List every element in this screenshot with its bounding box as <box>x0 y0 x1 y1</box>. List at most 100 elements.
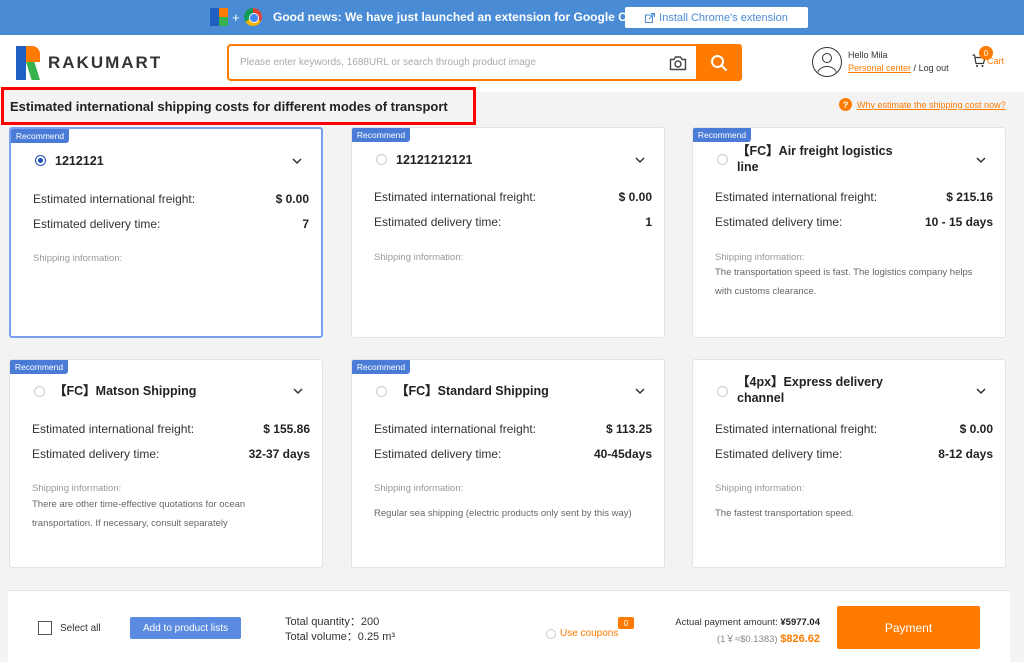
delivery-value: 1 <box>645 215 652 229</box>
use-coupons-control[interactable]: Use coupons <box>546 628 618 639</box>
checkout-bar: Select all Add to product lists Total qu… <box>8 590 1010 662</box>
delivery-value: 7 <box>302 217 309 231</box>
recommend-badge: Recommend <box>10 360 68 374</box>
shipping-option-card[interactable]: Recommend 【FC】Matson Shipping Estimated … <box>9 359 323 568</box>
freight-row: Estimated international freight: $ 0.00 <box>374 190 652 204</box>
shipping-option-card[interactable]: Recommend 【FC】Air freight logistics line… <box>692 127 1006 338</box>
shipping-option-card[interactable]: Recommend 1212121 Estimated internationa… <box>9 127 323 338</box>
shipping-option-card[interactable]: Recommend 12121212121 Estimated internat… <box>351 127 665 338</box>
shipping-option-card[interactable]: 【4px】Express delivery channel Estimated … <box>692 359 1006 568</box>
shipping-info-text: There are other time-effective quotation… <box>32 499 246 529</box>
page-title: Estimated international shipping costs f… <box>1 87 476 125</box>
option-name: 1212121 <box>55 154 104 168</box>
shipping-info-text: Regular sea shipping (electric products … <box>374 508 632 519</box>
why-estimate-link[interactable]: ? Why estimate the shipping cost now? <box>839 98 1006 111</box>
logo-text: RAKUMART <box>48 53 163 72</box>
select-all-label: Select all <box>60 622 101 634</box>
freight-row: Estimated international freight: $ 155.86 <box>32 422 310 436</box>
recommend-badge: Recommend <box>352 128 410 142</box>
avatar-icon[interactable] <box>812 47 842 77</box>
payment-button[interactable]: Payment <box>837 606 980 649</box>
total-volume: 0.25 m³ <box>357 631 396 643</box>
freight-row: Estimated international freight: $ 113.25 <box>374 422 652 436</box>
delivery-value: 10 - 15 days <box>924 215 993 229</box>
chrome-icon <box>243 8 262 26</box>
exchange-rate: (1￥≈$0.1383) <box>716 634 778 645</box>
order-totals: Total quantity：200 Total volume：0.25 m³ <box>285 616 396 643</box>
shipping-info-text: The fastest transportation speed. <box>715 508 854 519</box>
cart-button[interactable]: 0 Cart <box>972 46 1004 67</box>
payment-summary: Actual payment amount: ¥5977.04 (1￥≈$0.1… <box>675 617 820 645</box>
site-header: RAKUMART Hello Mila Personal center / Lo… <box>0 35 1024 92</box>
option-radio[interactable] <box>717 154 728 165</box>
user-text: Hello Mila Personal center / Log out <box>848 49 949 75</box>
option-name: 12121212121 <box>396 153 473 167</box>
delivery-row: Estimated delivery time: 1 <box>374 215 652 229</box>
shipping-info-label: Shipping information: <box>374 252 464 263</box>
shipping-info-label: Shipping information: <box>33 253 123 264</box>
chevron-down-icon[interactable] <box>634 154 646 166</box>
option-name: 【FC】Matson Shipping <box>54 384 197 398</box>
search-bar <box>227 44 742 81</box>
delivery-value: 8-12 days <box>938 447 993 461</box>
delivery-row: Estimated delivery time: 7 <box>33 217 309 231</box>
delivery-value: 32-37 days <box>248 447 310 461</box>
delivery-row: Estimated delivery time: 32-37 days <box>32 447 310 461</box>
external-link-icon <box>645 12 656 23</box>
freight-value: $ 113.25 <box>605 422 652 436</box>
shipping-info-label: Shipping information: <box>374 483 464 494</box>
option-radio[interactable] <box>717 386 728 397</box>
option-name: 【FC】Standard Shipping <box>396 384 549 398</box>
search-input[interactable] <box>229 46 660 79</box>
shipping-info-label: Shipping information: <box>32 483 122 494</box>
rakumart-logo[interactable]: RAKUMART <box>16 46 162 80</box>
freight-row: Estimated international freight: $ 0.00 <box>33 192 309 206</box>
question-icon: ? <box>839 98 852 111</box>
greeting: Hello Mila <box>848 50 888 60</box>
cart-count-badge: 0 <box>979 46 993 60</box>
chevron-down-icon[interactable] <box>292 385 304 397</box>
actual-amount: ¥5977.04 <box>780 617 820 628</box>
chevron-down-icon[interactable] <box>975 154 987 166</box>
delivery-value: 40-45days <box>593 447 652 461</box>
chevron-down-icon[interactable] <box>634 385 646 397</box>
plus-sign: + <box>232 9 240 25</box>
option-radio[interactable] <box>376 386 387 397</box>
shipping-info-label: Shipping information: <box>715 483 805 494</box>
select-all-control[interactable]: Select all <box>38 621 101 635</box>
use-coupons-label: Use coupons <box>560 628 619 639</box>
option-radio[interactable] <box>34 386 45 397</box>
option-radio[interactable] <box>376 154 387 165</box>
personal-center-link[interactable]: Personal center <box>848 63 911 73</box>
freight-value: $ 215.16 <box>946 190 993 204</box>
recommend-badge: Recommend <box>352 360 410 374</box>
recommend-badge: Recommend <box>693 128 751 142</box>
chevron-down-icon[interactable] <box>291 155 303 167</box>
freight-row: Estimated international freight: $ 0.00 <box>715 422 993 436</box>
why-estimate-text: Why estimate the shipping cost now? <box>857 99 1006 110</box>
install-extension-button[interactable]: Install Chrome's extension <box>625 7 808 28</box>
chevron-down-icon[interactable] <box>975 385 987 397</box>
link-separator: / <box>911 63 919 73</box>
promo-text: Good news: We have just launched an exte… <box>273 10 677 24</box>
add-to-product-lists-button[interactable]: Add to product lists <box>130 617 241 639</box>
search-button[interactable] <box>696 44 742 81</box>
freight-value: $ 0.00 <box>275 192 309 206</box>
promo-icons: + <box>210 8 262 26</box>
shipping-info-label: Shipping information: <box>715 252 805 263</box>
camera-icon[interactable] <box>660 46 696 79</box>
delivery-row: Estimated delivery time: 8-12 days <box>715 447 993 461</box>
search-icon <box>711 54 727 71</box>
logout-link[interactable]: Log out <box>919 63 949 73</box>
select-all-checkbox[interactable] <box>38 621 52 635</box>
shipping-info-text: The transportation speed is fast. The lo… <box>715 267 973 297</box>
coupon-radio[interactable] <box>546 628 556 639</box>
shipping-option-card[interactable]: Recommend 【FC】Standard Shipping Estimate… <box>351 359 665 568</box>
option-radio[interactable] <box>35 155 46 166</box>
freight-value: $ 0.00 <box>959 422 993 436</box>
delivery-row: Estimated delivery time: 10 - 15 days <box>715 215 993 229</box>
option-name: 【FC】Air freight logistics line <box>737 144 893 174</box>
promo-banner: + Good news: We have just launched an ex… <box>0 0 1024 35</box>
coupon-count-badge: 0 <box>618 617 634 629</box>
recommend-badge: Recommend <box>11 129 69 143</box>
